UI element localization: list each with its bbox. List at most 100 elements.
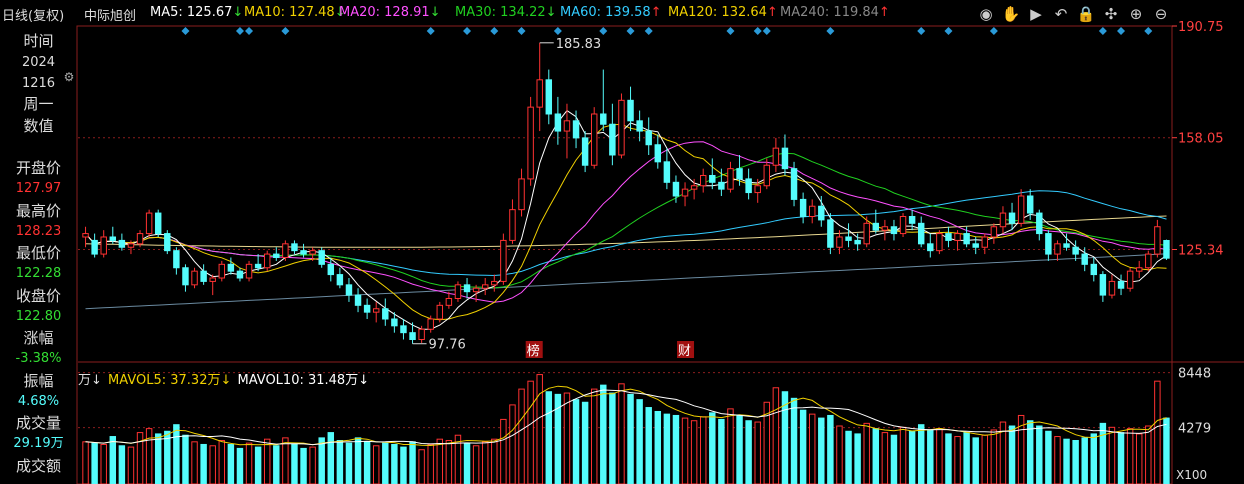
volume-bar[interactable] [1117, 432, 1125, 484]
event-diamond[interactable] [490, 27, 499, 35]
volume-bar[interactable] [218, 440, 226, 484]
event-diamond[interactable] [1144, 27, 1153, 35]
volume-bar[interactable] [154, 433, 162, 484]
event-diamond[interactable] [917, 27, 926, 35]
candle[interactable] [781, 134, 789, 176]
volume-bar[interactable] [318, 437, 325, 484]
volume-bar[interactable] [1145, 425, 1152, 484]
volume-bar[interactable] [972, 437, 979, 484]
volume-bar[interactable] [527, 380, 534, 484]
volume-bar[interactable] [336, 440, 344, 484]
candle[interactable] [1045, 230, 1052, 261]
volume-bar[interactable] [300, 447, 307, 484]
volume-bar[interactable] [790, 397, 798, 484]
event-diamond[interactable] [726, 27, 735, 35]
volume-bar[interactable] [545, 391, 553, 484]
volume-bar[interactable] [672, 414, 680, 484]
event-diamond[interactable] [826, 27, 835, 35]
candle[interactable] [164, 230, 171, 255]
candle[interactable] [1135, 260, 1143, 278]
event-diamond[interactable] [517, 27, 526, 35]
event-diamond[interactable] [944, 27, 953, 35]
volume-bar[interactable] [100, 443, 107, 484]
volume-bar[interactable] [836, 425, 843, 484]
candle[interactable] [899, 213, 907, 237]
event-diamond[interactable] [762, 27, 771, 35]
volume-bar[interactable] [736, 414, 743, 484]
volume-bar[interactable] [945, 433, 952, 484]
volume-bar[interactable] [699, 416, 707, 484]
volume-bar[interactable] [908, 430, 916, 484]
volume-bar[interactable] [472, 445, 480, 484]
volume-bar[interactable] [590, 388, 598, 484]
volume-bar[interactable] [1090, 433, 1098, 484]
volume-bar[interactable] [927, 429, 934, 484]
volume-bar[interactable] [391, 443, 398, 484]
volume-bar[interactable] [436, 438, 444, 484]
volume-bar[interactable] [1072, 440, 1079, 484]
candle[interactable] [291, 240, 298, 255]
volume-bar[interactable] [1154, 380, 1161, 484]
candle[interactable] [990, 223, 998, 244]
candle[interactable] [772, 137, 780, 173]
volume-bar[interactable] [400, 446, 407, 484]
volume-bar[interactable] [863, 422, 870, 484]
candle[interactable] [572, 110, 580, 149]
marker-bang[interactable]: 榜 [527, 343, 540, 359]
volume-bar[interactable] [182, 434, 189, 484]
candle[interactable] [545, 69, 553, 125]
candle[interactable] [1072, 240, 1079, 261]
candle[interactable] [981, 233, 989, 255]
candle[interactable] [345, 277, 353, 302]
candle[interactable] [1163, 239, 1170, 260]
candle[interactable] [600, 69, 607, 132]
event-diamond[interactable] [463, 27, 472, 35]
volume-bar[interactable] [1081, 437, 1088, 484]
candle[interactable] [699, 168, 707, 193]
volume-bar[interactable] [1054, 436, 1061, 484]
candle[interactable] [1099, 271, 1107, 302]
candle[interactable] [936, 230, 943, 255]
candle[interactable] [436, 301, 444, 323]
candle[interactable] [790, 161, 798, 207]
volume-bar[interactable] [654, 411, 662, 484]
volume-bar[interactable] [445, 440, 453, 484]
volume-bar[interactable] [82, 441, 89, 484]
volume-bar[interactable] [518, 388, 525, 484]
volume-bar[interactable] [382, 442, 389, 484]
volume-bar[interactable] [1126, 428, 1134, 484]
volume-bar[interactable] [600, 384, 607, 484]
volume-bar[interactable] [727, 408, 734, 484]
candle[interactable] [245, 260, 253, 282]
candle[interactable] [1017, 189, 1025, 227]
volume-bar[interactable] [663, 413, 671, 484]
event-diamond[interactable] [753, 27, 762, 35]
candle[interactable] [318, 247, 325, 268]
candle[interactable] [954, 230, 961, 251]
volume-bar[interactable] [327, 432, 335, 484]
candle[interactable] [709, 158, 716, 190]
event-diamond[interactable] [1098, 27, 1107, 35]
volume-bar[interactable] [981, 434, 989, 484]
volume-bar[interactable] [636, 399, 643, 484]
volume-bar[interactable] [936, 428, 943, 484]
candle[interactable] [500, 233, 507, 285]
candle[interactable] [645, 117, 652, 155]
volume-bar[interactable] [500, 418, 507, 484]
candle[interactable] [1145, 250, 1152, 272]
volume-bar[interactable] [1099, 422, 1107, 484]
volume-bar[interactable] [990, 429, 998, 484]
volume-bar[interactable] [345, 442, 353, 484]
candle[interactable] [818, 195, 825, 227]
candle[interactable] [536, 42, 543, 132]
candle[interactable] [518, 168, 525, 217]
candle[interactable] [118, 233, 126, 251]
candle[interactable] [999, 206, 1007, 234]
event-diamond[interactable] [989, 27, 998, 35]
volume-bar[interactable] [173, 424, 180, 484]
candle[interactable] [1054, 240, 1061, 261]
candle[interactable] [263, 250, 271, 272]
candle[interactable] [1154, 219, 1161, 258]
event-diamond[interactable] [181, 27, 190, 35]
volume-bar[interactable] [354, 437, 362, 484]
